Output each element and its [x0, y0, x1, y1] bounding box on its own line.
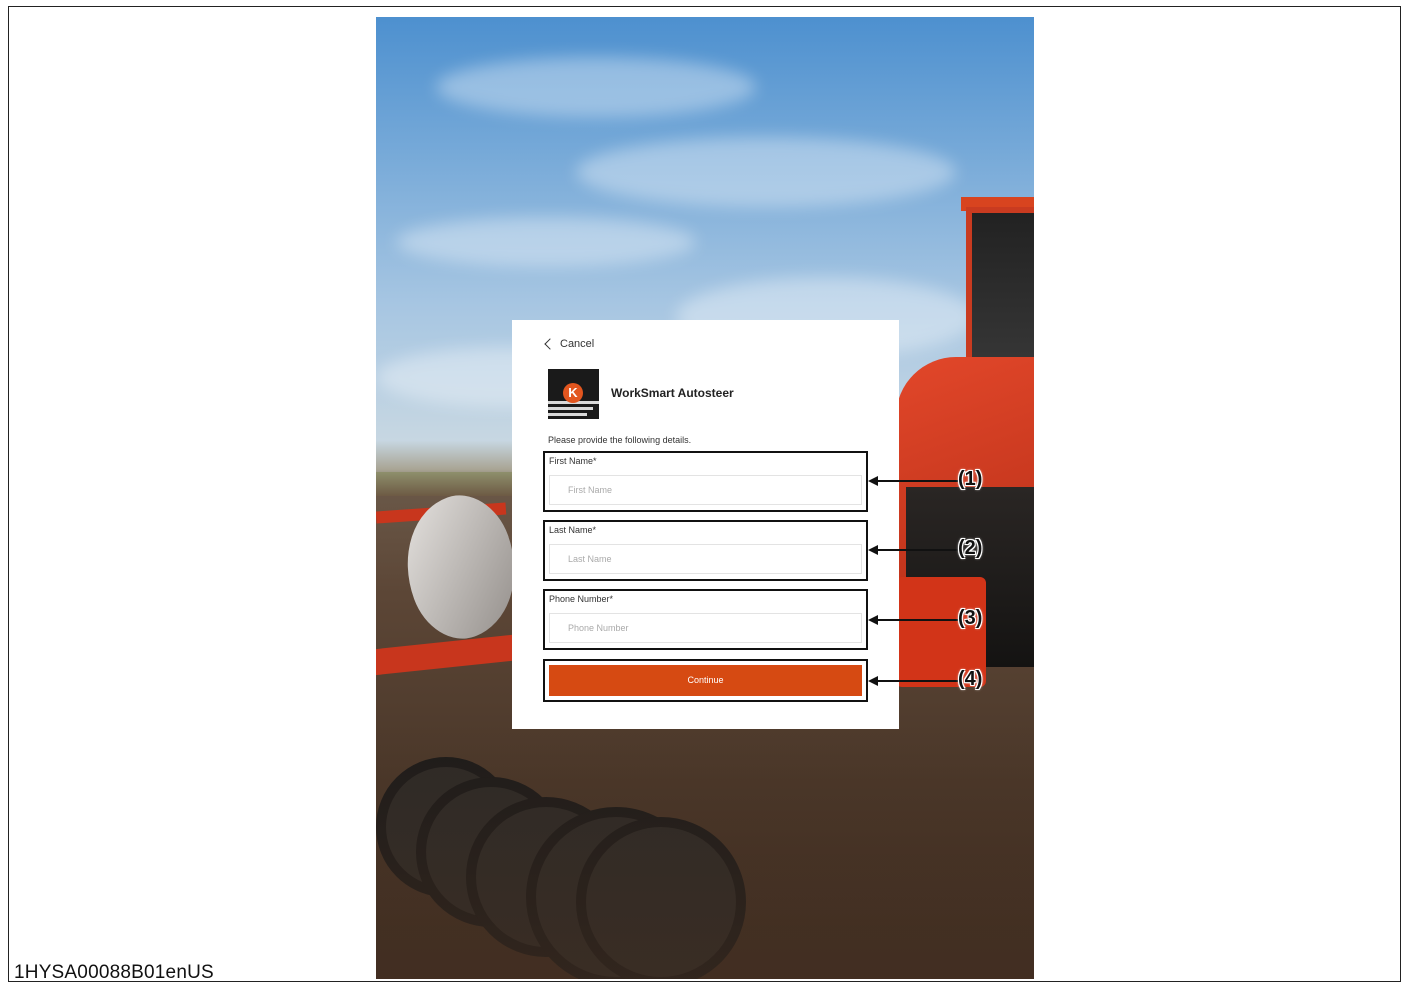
phone-number-input[interactable]: Phone Number — [549, 613, 862, 643]
cancel-label: Cancel — [560, 338, 595, 350]
callout-arrow-2 — [868, 545, 878, 555]
last-name-input[interactable]: Last Name — [549, 544, 862, 574]
document-id: 1HYSA00088B01enUS — [14, 962, 214, 983]
kubota-k-icon: K — [563, 383, 583, 403]
callout-label-4: (4) — [958, 668, 983, 690]
registration-dialog: Cancel K WorkSmart Autosteer Please prov… — [512, 320, 899, 729]
app-title: WorkSmart Autosteer — [611, 386, 734, 400]
phone-number-group: Phone Number* Phone Number — [543, 589, 868, 650]
last-name-label: Last Name* — [549, 525, 597, 535]
callout-line-4 — [878, 680, 960, 682]
callout-arrow-1 — [868, 476, 878, 486]
callout-label-2: (2) — [958, 537, 983, 559]
continue-button[interactable]: Continue — [549, 665, 862, 696]
callout-line-2 — [878, 549, 960, 551]
instructions-text: Please provide the following details. — [548, 435, 692, 445]
callout-label-3: (3) — [958, 607, 983, 629]
callout-label-1: (1) — [958, 468, 983, 490]
callout-line-3 — [878, 619, 960, 621]
first-name-input[interactable]: First Name — [549, 475, 862, 505]
phone-number-label: Phone Number* — [549, 594, 614, 604]
cancel-button[interactable]: Cancel — [544, 338, 595, 350]
chevron-left-icon — [544, 338, 556, 350]
callout-arrow-3 — [868, 615, 878, 625]
first-name-group: First Name* First Name — [543, 451, 868, 512]
callout-arrow-4 — [868, 676, 878, 686]
last-name-group: Last Name* Last Name — [543, 520, 868, 581]
continue-group: Continue — [543, 659, 868, 702]
app-logo: K — [548, 369, 599, 419]
first-name-label: First Name* — [549, 456, 597, 466]
callout-line-1 — [878, 480, 960, 482]
